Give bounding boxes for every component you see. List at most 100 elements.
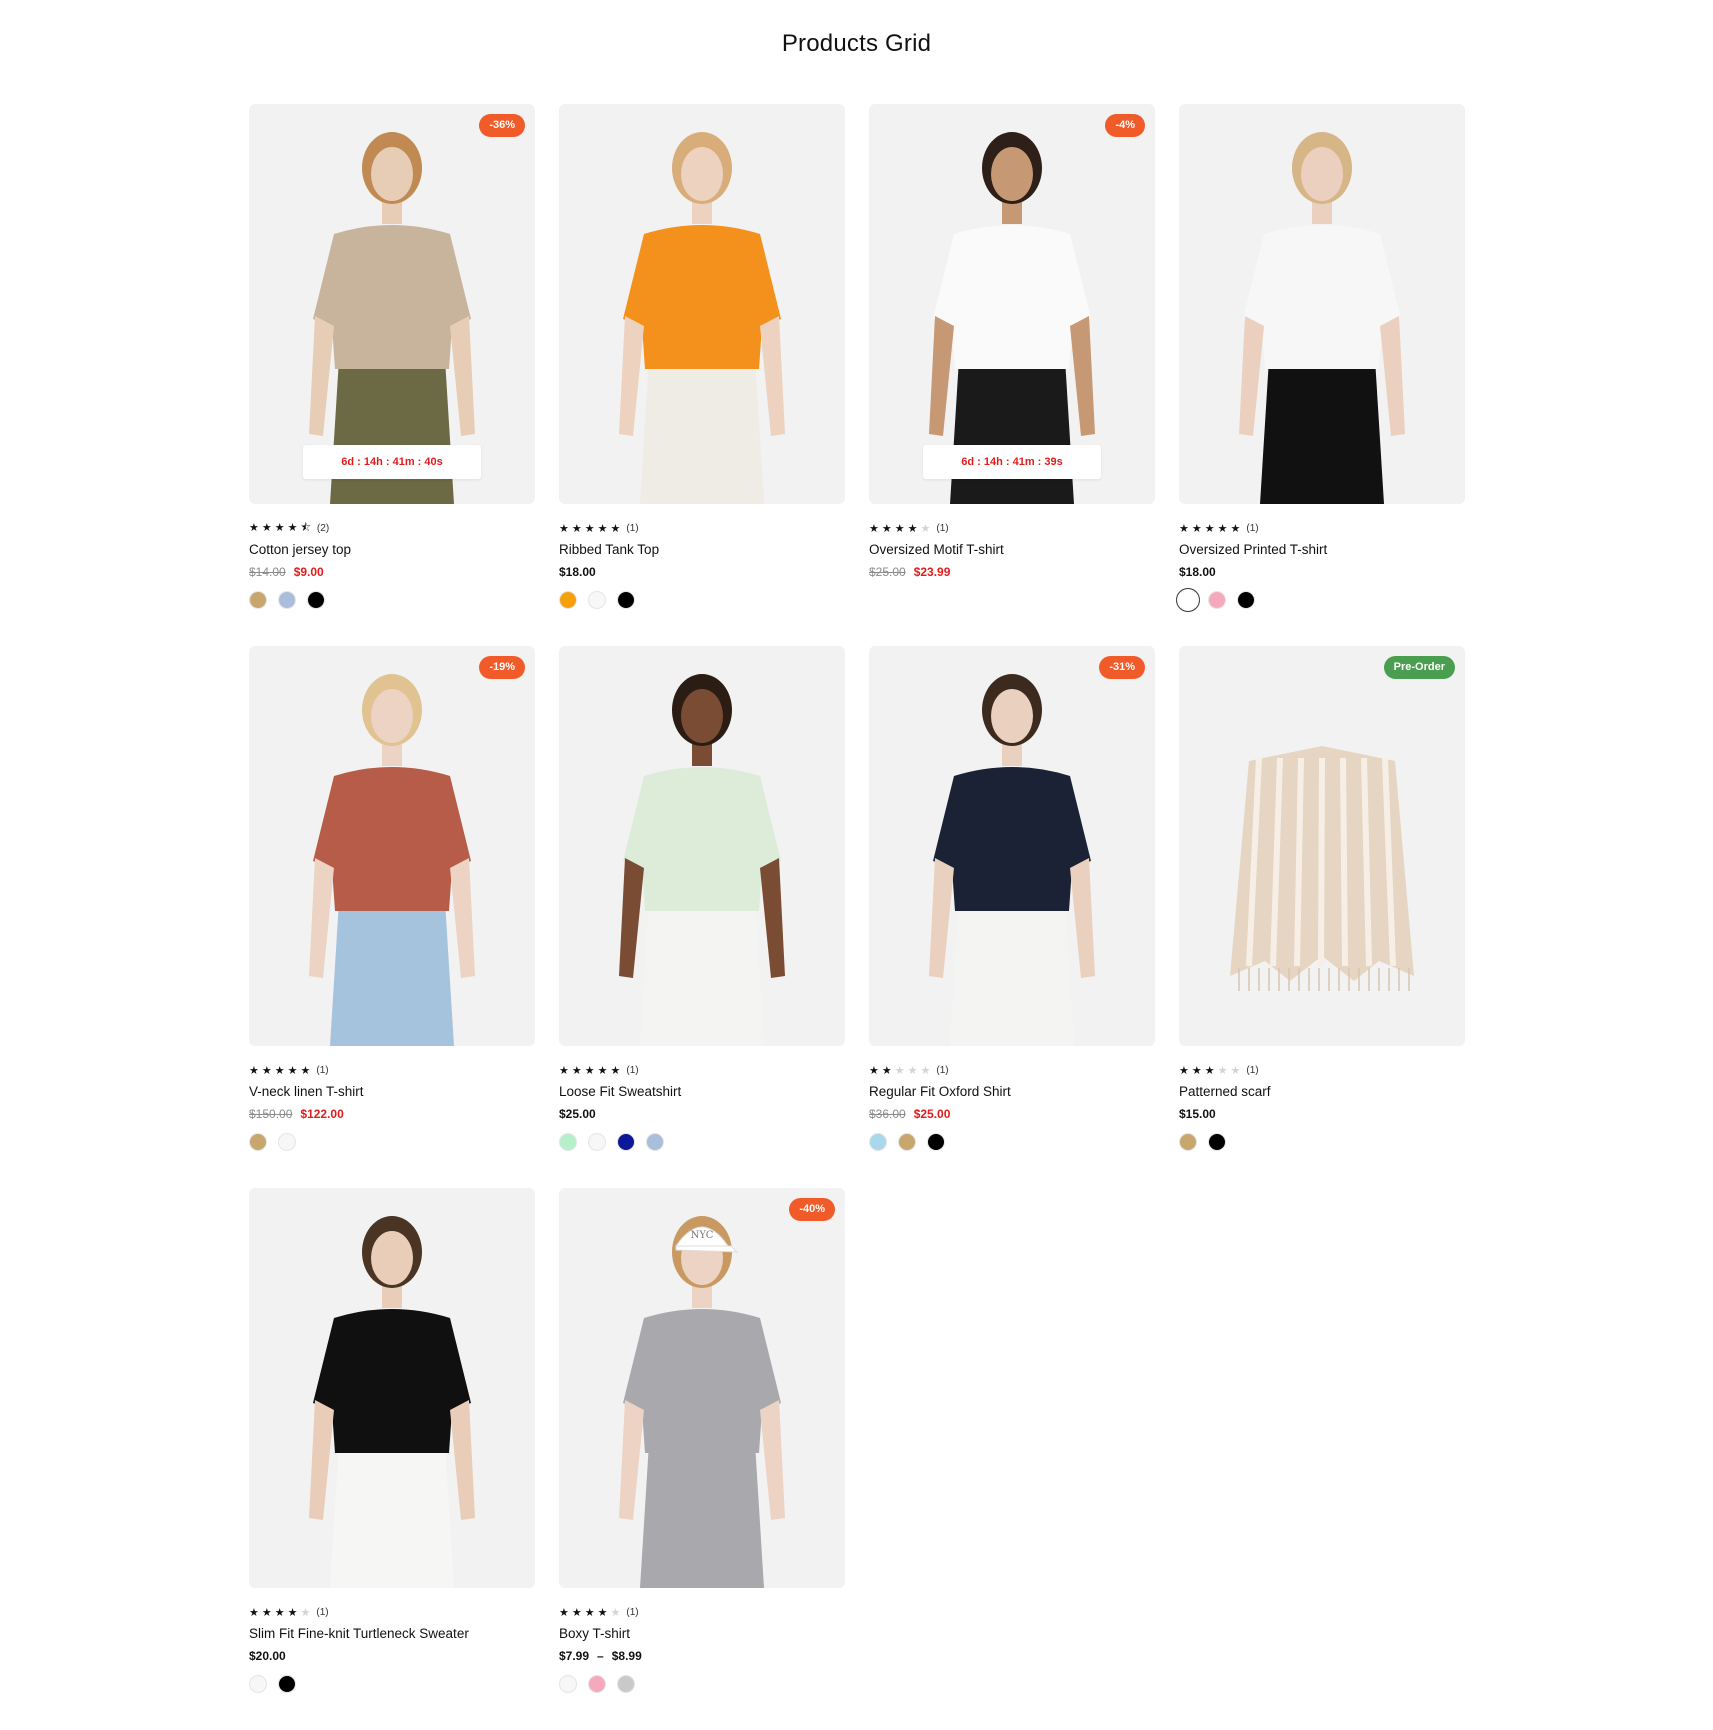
product-card: ★★★★★ (1) Loose Fit Sweatshirt $25.00: [559, 646, 845, 1188]
product-photo: [1230, 746, 1414, 991]
product-rating: ★★★★★ (1): [559, 1605, 845, 1619]
product-name[interactable]: Loose Fit Sweatshirt: [559, 1084, 845, 1099]
product-image[interactable]: -31%: [869, 646, 1155, 1046]
star-icon: ★: [597, 1064, 611, 1077]
product-image[interactable]: [1179, 104, 1465, 504]
price: $15.00: [1179, 1107, 1216, 1121]
color-swatch[interactable]: [1179, 591, 1197, 609]
color-swatch[interactable]: [588, 1675, 606, 1693]
product-image[interactable]: -19%: [249, 646, 535, 1046]
product-image[interactable]: [559, 104, 845, 504]
product-image[interactable]: Pre-Order: [1179, 646, 1465, 1046]
original-price: $14.00: [249, 565, 286, 579]
color-swatch[interactable]: [559, 1133, 577, 1151]
product-photo: [929, 132, 1095, 504]
product-name[interactable]: Oversized Printed T-shirt: [1179, 542, 1465, 557]
product-rating: ★★★★★ (1): [559, 1063, 845, 1077]
product-photo: [309, 674, 475, 1046]
star-rating-icons: ★★★★★: [559, 522, 623, 535]
star-icon: ★: [261, 1606, 275, 1619]
product-name[interactable]: V-neck linen T-shirt: [249, 1084, 535, 1099]
color-swatches: [249, 1675, 535, 1693]
product-rating: ★★★★★ (1): [249, 1605, 535, 1619]
model-illustration: [309, 674, 475, 1046]
color-swatches: [559, 1133, 845, 1151]
color-swatch[interactable]: [588, 1133, 606, 1151]
star-rating-icons: ★★★★★: [869, 522, 933, 535]
product-image[interactable]: -4% 6d : 14h : 41m : 39s: [869, 104, 1155, 504]
product-name[interactable]: Regular Fit Oxford Shirt: [869, 1084, 1155, 1099]
color-swatch[interactable]: [307, 591, 325, 609]
color-swatch[interactable]: [869, 1133, 887, 1151]
product-card: -19% ★★★★★ (1) V-neck linen T-shirt $150.00 $…: [249, 646, 535, 1188]
color-swatches: [869, 1133, 1155, 1151]
color-swatch[interactable]: [559, 1675, 577, 1693]
product-price: $25.00: [559, 1107, 845, 1121]
color-swatch[interactable]: [927, 1133, 945, 1151]
color-swatch[interactable]: [1237, 591, 1255, 609]
star-icon: ★: [1179, 1064, 1192, 1077]
product-photo: [309, 132, 475, 504]
color-swatch[interactable]: [249, 1133, 267, 1151]
product-card: ★★★★★ (1) Slim Fit Fine-knit Turtleneck Sw…: [249, 1188, 535, 1730]
color-swatch[interactable]: [278, 1675, 296, 1693]
color-swatch[interactable]: [617, 591, 635, 609]
price: $18.00: [1179, 565, 1216, 579]
product-rating: ★★★★★ (1): [559, 521, 845, 535]
star-icon: ★: [1191, 522, 1205, 535]
product-image[interactable]: [559, 646, 845, 1046]
star-icon: ★: [559, 1064, 572, 1077]
star-icon: ★: [559, 1606, 572, 1619]
color-swatch[interactable]: [898, 1133, 916, 1151]
color-swatch[interactable]: [1208, 1133, 1226, 1151]
star-icon: ★: [597, 522, 611, 535]
countdown-timer: 6d : 14h : 41m : 40s: [303, 445, 481, 479]
review-count: (1): [1246, 1064, 1259, 1076]
star-icon: ★: [610, 1606, 624, 1619]
product-price: $36.00 $25.00: [869, 1107, 1155, 1121]
star-icon: ★: [869, 522, 882, 535]
product-name[interactable]: Oversized Motif T-shirt: [869, 542, 1155, 557]
star-icon: ★: [249, 1064, 262, 1077]
product-image[interactable]: -36% 6d : 14h : 41m : 40s: [249, 104, 535, 504]
product-card: NYC -40% ★★★★★ (1) Boxy T-shirt $7.99– $8.99: [559, 1188, 845, 1730]
star-icon: ★: [261, 1064, 275, 1077]
color-swatch[interactable]: [1208, 591, 1226, 609]
discount-badge: -36%: [479, 114, 525, 137]
discount-badge: -31%: [1099, 656, 1145, 679]
color-swatch[interactable]: [617, 1675, 635, 1693]
review-count: (1): [936, 522, 949, 534]
product-name[interactable]: Ribbed Tank Top: [559, 542, 845, 557]
star-icon: ★: [287, 521, 301, 534]
star-icon: ★: [571, 1064, 585, 1077]
color-swatch[interactable]: [1179, 1133, 1197, 1151]
star-icon: ★: [274, 521, 288, 534]
product-name[interactable]: Boxy T-shirt: [559, 1626, 845, 1641]
product-name[interactable]: Patterned scarf: [1179, 1084, 1465, 1099]
color-swatch[interactable]: [278, 591, 296, 609]
product-name[interactable]: Slim Fit Fine-knit Turtleneck Sweater: [249, 1626, 535, 1641]
color-swatch[interactable]: [646, 1133, 664, 1151]
star-icon: ★: [1217, 1064, 1231, 1077]
color-swatch[interactable]: [278, 1133, 296, 1151]
star-icon: ★: [920, 1064, 934, 1077]
color-swatch[interactable]: [249, 591, 267, 609]
review-count: (1): [316, 1064, 329, 1076]
products-grid: -36% 6d : 14h : 41m : 40s ★★★★⯪ (2) Cotton j…: [249, 104, 1465, 1730]
product-name[interactable]: Cotton jersey top: [249, 542, 535, 557]
color-swatch[interactable]: [588, 591, 606, 609]
product-photo: NYC: [619, 1216, 785, 1588]
product-image[interactable]: NYC -40%: [559, 1188, 845, 1588]
product-rating: ★★★★★ (1): [869, 521, 1155, 535]
color-swatches: [559, 591, 845, 609]
review-count: (2): [316, 522, 330, 534]
color-swatch[interactable]: [249, 1675, 267, 1693]
star-icon: ★: [881, 1064, 895, 1077]
product-rating: ★★★★⯪ (2): [249, 521, 535, 535]
star-icon: ★: [1217, 522, 1231, 535]
color-swatch[interactable]: [559, 591, 577, 609]
product-image[interactable]: [249, 1188, 535, 1588]
product-price: $20.00: [249, 1649, 535, 1663]
color-swatch[interactable]: [617, 1133, 635, 1151]
original-price: $36.00: [869, 1107, 906, 1121]
